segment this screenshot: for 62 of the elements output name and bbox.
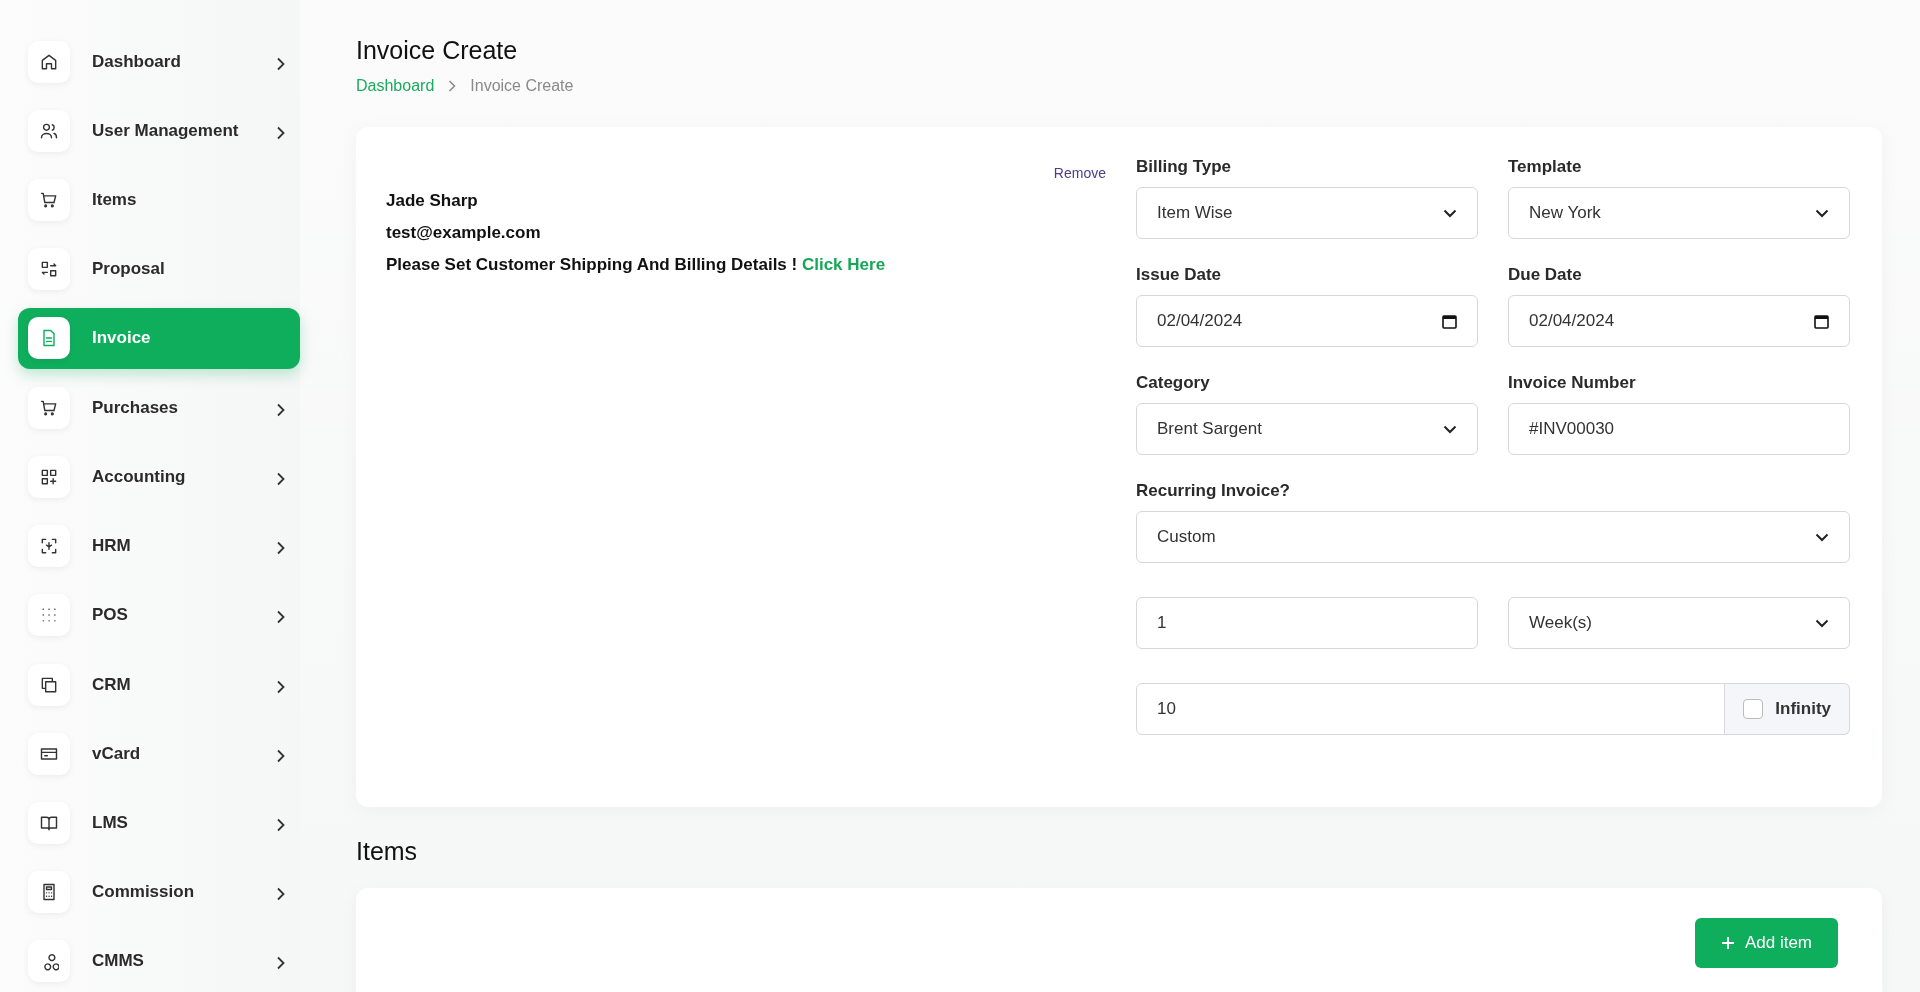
menu-item-icon	[28, 802, 70, 844]
field-label: Category	[1136, 373, 1211, 393]
chevron-down-icon	[1443, 424, 1457, 434]
calendar-icon	[1814, 313, 1829, 329]
menu-item-icon	[28, 871, 70, 914]
select-field[interactable]: New York	[1508, 187, 1850, 239]
select-field[interactable]: Brent Sargent	[1136, 403, 1478, 455]
menu-item-icon	[28, 940, 70, 983]
remove-link[interactable]: Remove	[1053, 165, 1106, 181]
calendar-icon	[1442, 313, 1457, 329]
select-field[interactable]: Week(s)	[1508, 597, 1850, 649]
input-field[interactable]: 10	[1136, 683, 1726, 735]
sidebar-item[interactable]: Dashboard	[18, 31, 300, 93]
plus-icon	[1720, 936, 1735, 950]
page-title: Invoice Create	[356, 36, 519, 65]
sidebar-item[interactable]: Proposal	[18, 238, 300, 300]
chevron-down-icon	[1815, 532, 1829, 542]
menu-item-icon	[28, 594, 70, 637]
sidebar-item[interactable]: Accounting	[18, 446, 300, 508]
sidebar-item[interactable]: vCard	[18, 723, 300, 785]
field-label: Due Date	[1508, 265, 1583, 285]
select-field[interactable]: Custom	[1136, 511, 1850, 563]
customer-email: test@example.com	[386, 222, 542, 244]
sidebar-item[interactable]: CRM	[18, 653, 300, 716]
sidebar-item[interactable]: Commission	[18, 861, 300, 923]
sidebar-item[interactable]: LMS	[18, 792, 300, 854]
breadcrumb-current: Invoice Create	[470, 77, 574, 95]
sidebar-item[interactable]: User Management	[18, 100, 300, 162]
field-label: Issue Date	[1136, 265, 1223, 285]
customer-name: Jade Sharp	[386, 190, 479, 212]
chevron-down-icon	[1443, 208, 1457, 218]
section-title: Items	[356, 837, 419, 866]
date-field[interactable]: 02/04/2024	[1136, 295, 1478, 347]
menu-item-icon	[28, 732, 70, 775]
date-field[interactable]: 02/04/2024	[1508, 295, 1850, 347]
checkbox[interactable]	[1743, 699, 1764, 719]
field-label: Template	[1508, 157, 1583, 177]
shipping-notice: Please Set Customer Shipping And Billing Details ! Click Here	[386, 254, 887, 276]
input-field[interactable]: #INV00030	[1508, 403, 1850, 455]
input-field[interactable]: 1	[1136, 597, 1478, 649]
menu-item-icon	[28, 663, 70, 706]
menu-item-icon	[28, 179, 70, 222]
menu-item-icon	[28, 386, 70, 429]
menu-item-icon	[28, 40, 70, 83]
checkbox-label: Infinity	[1775, 699, 1831, 719]
chevron-down-icon	[1815, 618, 1829, 628]
sidebar-item[interactable]: Items	[18, 169, 300, 231]
sidebar-item[interactable]: POS	[18, 584, 300, 646]
chevron-down-icon	[1815, 208, 1829, 218]
sidebar-item[interactable]: HRM	[18, 515, 300, 577]
menu-item-icon	[28, 317, 70, 360]
sidebar-item[interactable]: Purchases	[18, 377, 300, 439]
menu-item-icon	[28, 455, 70, 498]
menu-item-icon	[28, 109, 70, 152]
field-label: Billing Type	[1136, 157, 1233, 177]
menu-item-icon	[28, 248, 70, 291]
field-label: Invoice Number	[1508, 373, 1637, 393]
field-label: Recurring Invoice?	[1136, 481, 1291, 501]
sidebar-item[interactable]: CMMS	[18, 930, 300, 992]
chevron-right-icon	[448, 80, 457, 92]
select-field[interactable]: Item Wise	[1136, 187, 1478, 239]
menu-item-icon	[28, 525, 70, 568]
